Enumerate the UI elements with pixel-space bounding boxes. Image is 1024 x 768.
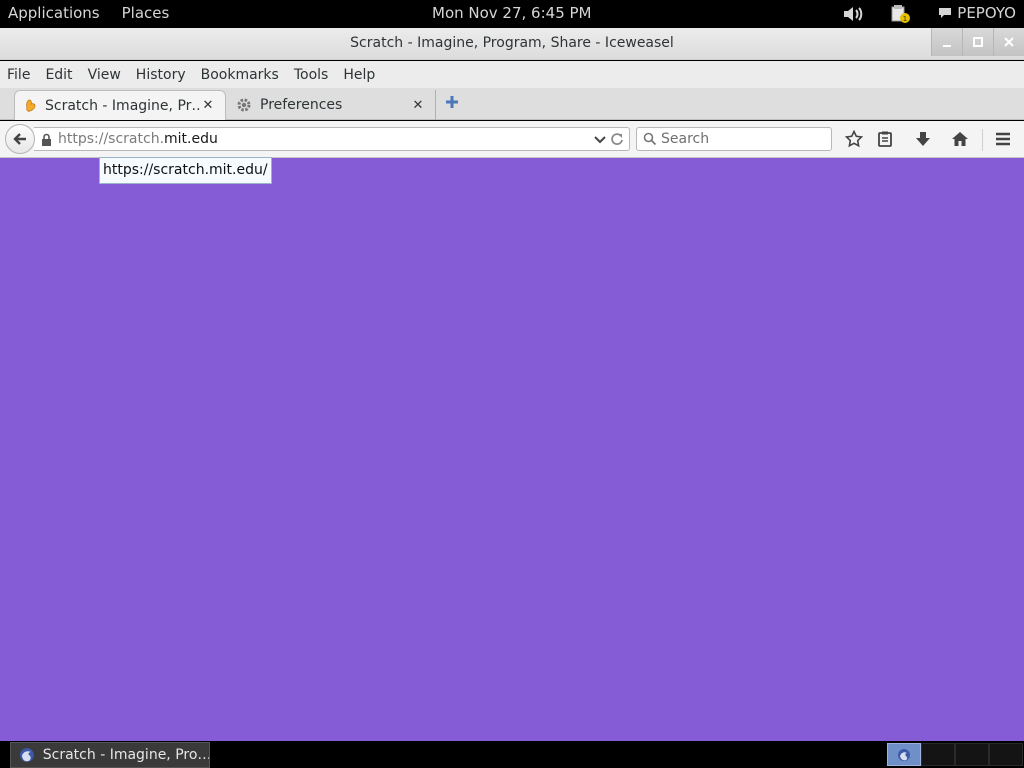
chat-icon [939,8,952,18]
svg-text:1: 1 [903,15,907,23]
close-icon [1004,37,1014,47]
back-button[interactable] [5,124,35,154]
url-text: https://scratch.mit.edu [58,131,218,147]
downloads-button[interactable] [913,129,933,149]
reload-icon[interactable] [609,131,625,147]
clock[interactable]: Mon Nov 27, 6:45 PM [432,4,592,22]
menu-file[interactable]: File [7,67,30,83]
tab-preferences[interactable]: Preferences ✕ [226,90,436,120]
scratch-favicon-icon [26,99,36,112]
maximize-icon [973,37,983,47]
tab-strip: Scratch - Imagine, Pr… ✕ Preferences ✕ [0,88,1024,120]
tab-label: Preferences [260,97,343,113]
window-titlebar[interactable]: Scratch - Imagine, Program, Share - Icew… [0,28,1024,60]
tab-close-button[interactable]: ✕ [411,98,425,113]
bookmarks-menu-button[interactable] [875,129,895,149]
hamburger-menu-icon [996,132,1010,146]
page-content[interactable] [0,158,1024,741]
user-menu[interactable]: PEPOYO [938,4,1016,22]
user-name: PEPOYO [957,4,1016,22]
top-panel: Applications Places Mon Nov 27, 6:45 PM … [0,0,1024,28]
lock-icon [42,133,51,146]
minimize-icon [943,45,951,47]
navigation-toolbar: https://scratch.mit.edu [0,121,1024,158]
workspace-3[interactable] [955,743,989,766]
workspace-switcher [887,743,1023,766]
iceweasel-icon [898,748,910,761]
workspace-1[interactable] [887,743,921,766]
search-input[interactable] [661,130,826,148]
menu-bookmarks[interactable]: Bookmarks [201,67,279,83]
url-bar[interactable]: https://scratch.mit.edu [34,127,630,151]
places-menu[interactable]: Places [122,4,170,22]
workspace-4[interactable] [989,743,1023,766]
menu-view[interactable]: View [88,67,121,83]
task-label: Scratch - Imagine, Pro… [42,747,209,763]
menu-bar: File Edit View History Bookmarks Tools H… [0,61,1024,88]
close-window-button[interactable] [993,28,1024,56]
bookmark-star-button[interactable] [844,129,864,149]
back-arrow-icon [13,133,26,145]
download-arrow-icon [916,132,930,146]
new-tab-button[interactable] [444,94,462,112]
star-icon [845,130,863,148]
menu-tools[interactable]: Tools [294,67,329,83]
minimize-button[interactable] [931,28,962,56]
search-icon [643,132,657,146]
clipboard-icon [878,131,892,147]
toolbar-separator [982,129,983,151]
gear-icon [237,98,251,112]
chevron-down-icon[interactable] [593,131,607,147]
notification-icon[interactable]: 1 [890,4,912,23]
open-menu-button[interactable] [993,129,1013,149]
applications-menu[interactable]: Applications [8,4,100,22]
plus-icon [446,96,458,108]
window-title: Scratch - Imagine, Program, Share - Icew… [350,35,674,51]
bottom-panel: Scratch - Imagine, Pro… [0,741,1024,768]
volume-icon[interactable] [842,4,864,22]
tab-close-button[interactable]: ✕ [201,98,215,113]
iceweasel-icon [19,748,34,762]
menu-history[interactable]: History [136,67,186,83]
home-icon [952,132,968,146]
workspace-2[interactable] [921,743,955,766]
tab-label: Scratch - Imagine, Pr… [45,97,201,114]
url-tooltip: https://scratch.mit.edu/ [99,157,272,184]
tab-scratch[interactable]: Scratch - Imagine, Pr… ✕ [14,90,226,120]
search-bar[interactable] [636,127,832,151]
taskbar-window-button[interactable]: Scratch - Imagine, Pro… [10,742,210,768]
menu-help[interactable]: Help [343,67,375,83]
menu-edit[interactable]: Edit [45,67,72,83]
home-button[interactable] [950,129,970,149]
maximize-button[interactable] [962,28,993,56]
